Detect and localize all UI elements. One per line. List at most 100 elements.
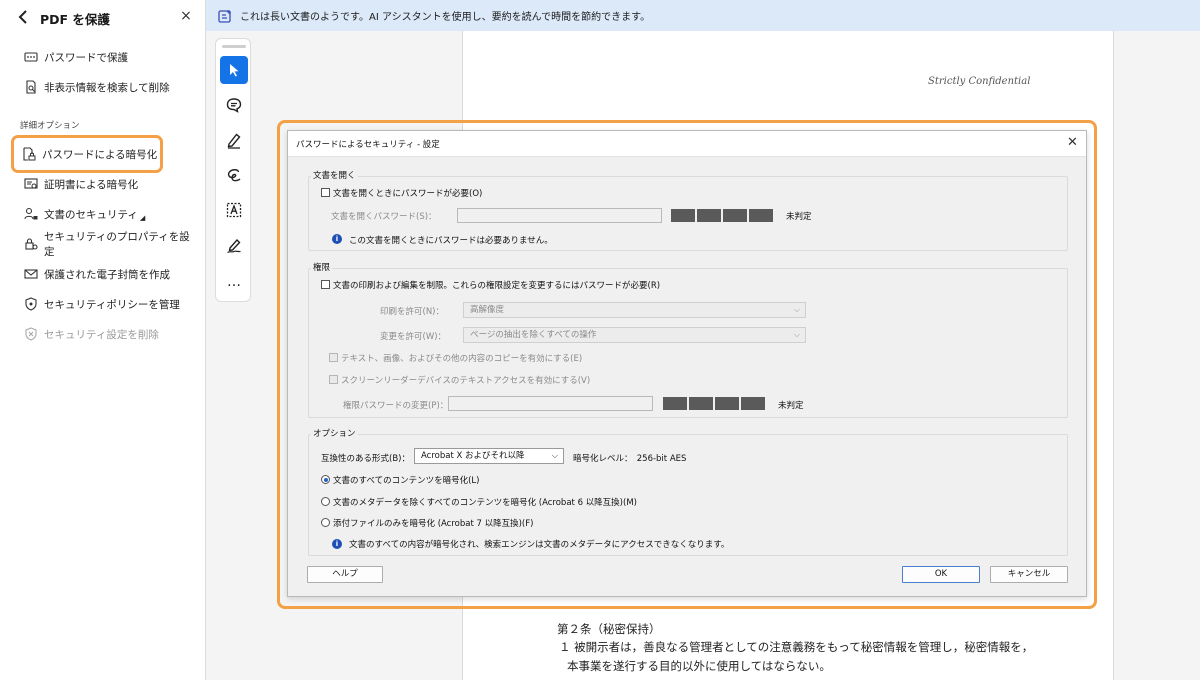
highlight-tool[interactable] bbox=[220, 126, 248, 154]
sign-pen-icon bbox=[227, 238, 241, 254]
envelope-icon bbox=[24, 269, 38, 279]
changes-allowed-select[interactable]: ページの抽出を除くすべての操作 ⌵ bbox=[463, 327, 806, 343]
permissions-password-label: 権限パスワードの変更(P)： bbox=[343, 401, 449, 411]
dialog-close-icon[interactable]: ✕ bbox=[1067, 136, 1078, 149]
menu-item-remove-security[interactable]: セキュリティ設定を削除 bbox=[16, 322, 196, 346]
text-box-icon bbox=[226, 202, 242, 218]
screen-reader-checkbox[interactable] bbox=[329, 375, 338, 384]
help-button[interactable]: ヘルプ bbox=[307, 566, 383, 583]
chevron-down-icon: ⌵ bbox=[793, 330, 800, 339]
confidential-header: Strictly Confidential bbox=[928, 76, 1031, 87]
document-lock-icon bbox=[23, 147, 36, 161]
ok-button[interactable]: OK bbox=[902, 566, 980, 583]
restrict-editing-checkbox[interactable] bbox=[321, 280, 330, 289]
comment-tool[interactable] bbox=[220, 91, 248, 119]
password-security-dialog: パスワードによるセキュリティ - 設定 ✕ 文書を開く 文書を開くときにパスワー… bbox=[287, 130, 1087, 597]
panel-title: PDF を保護 bbox=[40, 12, 110, 27]
toolbar-grip[interactable] bbox=[222, 45, 246, 48]
info-icon: i bbox=[332, 539, 342, 549]
panel-header: PDF を保護 × bbox=[0, 0, 205, 34]
back-arrow-icon[interactable] bbox=[16, 8, 30, 26]
menu-item-label: 非表示情報を検索して削除 bbox=[44, 81, 170, 94]
pointer-arrow-icon bbox=[230, 64, 239, 77]
chevron-down-icon: ⌵ bbox=[551, 451, 558, 460]
select-tool[interactable] bbox=[220, 56, 248, 84]
cancel-button[interactable]: キャンセル bbox=[990, 566, 1068, 583]
open-info-text: この文書を開くときにパスワードは必要ありません。 bbox=[349, 236, 553, 246]
menu-item-password-encryption[interactable]: パスワードによる暗号化 bbox=[11, 135, 163, 173]
options-info-text: 文書のすべての内容が暗号化され、検索エンジンは文書のメタデータにアクセスできなく… bbox=[349, 540, 730, 550]
require-open-password-checkbox[interactable] bbox=[321, 188, 330, 197]
draw-tool[interactable] bbox=[220, 161, 248, 189]
article-text-line: 本事業を遂行する目的以外に使用してはならない。 bbox=[567, 659, 831, 673]
document-search-icon bbox=[26, 80, 36, 94]
print-allowed-value: 高解像度 bbox=[470, 305, 505, 315]
open-password-strength-text: 未判定 bbox=[786, 212, 812, 222]
certificate-icon bbox=[24, 178, 38, 189]
restrict-editing-label: 文書の印刷および編集を制限。これらの権限設定を変更するにはパスワードが必要(R) bbox=[333, 281, 661, 291]
compatibility-label: 互換性のある形式(B)： bbox=[321, 454, 410, 464]
more-tools[interactable]: … bbox=[220, 268, 248, 296]
ai-assistant-banner: これは長い文書のようです。AI アシスタントを使用し、要約を読んで時間を節約でき… bbox=[206, 0, 1200, 31]
marker-pen-icon bbox=[227, 133, 241, 149]
protect-pdf-panel: PDF を保護 × パスワードで保護 非表示情報を検索して削除 詳細オプション … bbox=[0, 0, 206, 680]
permissions-group-label: 権限 bbox=[311, 261, 333, 273]
menu-item-label: セキュリティ設定を削除 bbox=[44, 328, 159, 341]
menu-item-label: パスワードで保護 bbox=[44, 51, 128, 64]
open-password-strength-meter bbox=[671, 209, 773, 222]
dialog-titlebar: パスワードによるセキュリティ - 設定 ✕ bbox=[288, 131, 1086, 157]
open-password-label: 文書を開くパスワード(S)： bbox=[331, 212, 437, 222]
menu-item-security-properties[interactable]: セキュリティのプロパティを設定 bbox=[16, 231, 196, 258]
password-field-icon bbox=[24, 52, 38, 62]
encrypt-attachments-label: 添付ファイルのみを暗号化 (Acrobat 7 以降互換)(F) bbox=[333, 519, 534, 529]
article-title: 第２条（秘密保持） bbox=[557, 622, 661, 636]
open-document-group-label: 文書を開く bbox=[311, 169, 358, 181]
close-panel-icon[interactable]: × bbox=[180, 9, 192, 23]
info-icon: i bbox=[332, 234, 342, 244]
compatibility-value: Acrobat X およびそれ以降 bbox=[421, 451, 525, 461]
policy-shield-icon bbox=[25, 297, 37, 311]
permissions-password-input[interactable] bbox=[448, 396, 653, 411]
menu-item-label: セキュリティのプロパティを設定 bbox=[44, 231, 190, 258]
menu-item-label: 証明書による暗号化 bbox=[44, 178, 139, 191]
fill-sign-tool[interactable] bbox=[220, 231, 248, 259]
enable-copy-checkbox[interactable] bbox=[329, 353, 338, 362]
menu-item-redact-hidden[interactable]: 非表示情報を検索して削除 bbox=[16, 75, 196, 99]
print-allowed-select[interactable]: 高解像度 ⌵ bbox=[463, 302, 806, 318]
menu-item-secure-envelope[interactable]: 保護された電子封筒を作成 bbox=[16, 262, 196, 286]
menu-item-security-policies[interactable]: セキュリティポリシーを管理 bbox=[16, 292, 196, 316]
menu-item-label: パスワードによる暗号化 bbox=[42, 148, 158, 161]
encrypt-except-metadata-radio[interactable] bbox=[321, 497, 330, 506]
comment-bubble-icon bbox=[226, 98, 242, 113]
menu-item-certificate-encryption[interactable]: 証明書による暗号化 bbox=[16, 172, 196, 196]
encrypt-all-label: 文書のすべてのコンテンツを暗号化(L) bbox=[333, 476, 480, 486]
menu-item-password-protect[interactable]: パスワードで保護 bbox=[16, 45, 196, 69]
screen-reader-label: スクリーンリーダーデバイスのテキストアクセスを有効にする(V) bbox=[341, 376, 591, 386]
open-password-input[interactable] bbox=[457, 208, 662, 223]
lock-gear-icon bbox=[25, 238, 38, 250]
article-text-line: １ 被開示者は，善良なる管理者としての注意義務をもって秘密情報を管理し，秘密情報… bbox=[559, 640, 1034, 654]
dialog-title: パスワードによるセキュリティ - 設定 bbox=[296, 140, 440, 150]
text-box-tool[interactable] bbox=[220, 196, 248, 224]
encrypt-except-metadata-label: 文書のメタデータを除くすべてのコンテンツを暗号化 (Acrobat 6 以降互換… bbox=[333, 498, 637, 508]
chevron-down-icon: ⌵ bbox=[793, 305, 800, 314]
menu-item-label: 文書のセキュリティ bbox=[44, 208, 138, 221]
enable-copy-label: テキスト、画像、およびその他の内容のコピーを有効にする(E) bbox=[341, 354, 583, 364]
options-group-label: オプション bbox=[311, 427, 358, 439]
menu-item-document-security[interactable]: 文書のセキュリティ ◢ bbox=[16, 202, 196, 226]
submenu-caret-icon: ◢ bbox=[139, 214, 146, 222]
permissions-password-strength-meter bbox=[663, 397, 765, 410]
encrypt-all-radio[interactable] bbox=[321, 475, 330, 484]
remove-security-icon bbox=[25, 327, 37, 341]
require-open-password-label: 文書を開くときにパスワードが必要(O) bbox=[333, 189, 483, 199]
menu-item-label: セキュリティポリシーを管理 bbox=[44, 298, 180, 311]
more-options-icon: … bbox=[227, 274, 241, 290]
encrypt-attachments-radio[interactable] bbox=[321, 518, 330, 527]
ai-assistant-icon[interactable] bbox=[218, 9, 232, 23]
section-label-advanced: 詳細オプション bbox=[20, 121, 80, 131]
compatibility-select[interactable]: Acrobat X およびそれ以降 ⌵ bbox=[414, 448, 564, 464]
menu-item-label: 保護された電子封筒を作成 bbox=[44, 268, 170, 281]
quick-tools-bar: … bbox=[215, 38, 251, 302]
freehand-draw-icon bbox=[227, 169, 241, 182]
user-lock-icon bbox=[24, 207, 38, 220]
